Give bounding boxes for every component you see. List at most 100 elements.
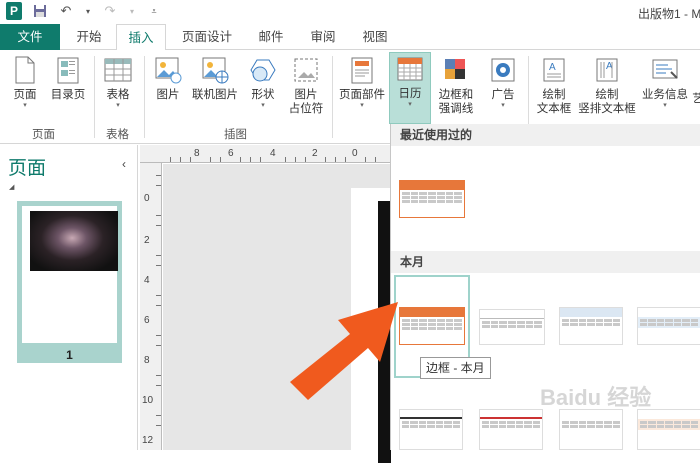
draw-text-box-label-1: 绘制 bbox=[542, 89, 566, 101]
customize-qat-icon[interactable]: ⩡ bbox=[146, 3, 162, 19]
calendar-template-plain[interactable] bbox=[479, 309, 545, 345]
calendar-template-grid bbox=[400, 190, 464, 205]
tab-review[interactable]: 审阅 bbox=[300, 24, 346, 50]
calendar-label: 日历 bbox=[398, 88, 422, 100]
draw-text-box-label-2: 文本框 bbox=[536, 103, 572, 115]
group-label-tables: 表格 bbox=[106, 129, 129, 141]
calendar-template-gray[interactable] bbox=[559, 409, 623, 450]
save-icon[interactable] bbox=[32, 3, 48, 19]
annotation-arrow-icon bbox=[290, 302, 398, 400]
calendar-template-grid bbox=[638, 419, 700, 430]
page-parts-icon bbox=[347, 54, 377, 86]
picture-placeholder-button[interactable]: 图片 占位符 bbox=[286, 54, 326, 116]
collapse-pane-icon[interactable]: ‹ bbox=[122, 157, 126, 171]
draw-text-box-button[interactable]: A 绘制 文本框 bbox=[532, 54, 576, 116]
calendar-template-grid bbox=[480, 419, 542, 430]
document-title: 出版物1 - M bbox=[638, 7, 700, 21]
tab-mailings[interactable]: 邮件 bbox=[248, 24, 294, 50]
borders-accents-button[interactable]: 边框和 强调线 bbox=[434, 54, 478, 116]
picture-button[interactable]: 图片 bbox=[152, 54, 184, 102]
ruler-tick bbox=[156, 225, 161, 226]
ruler-tick bbox=[345, 157, 346, 162]
calendar-template-grid bbox=[400, 419, 462, 430]
ruler-tick bbox=[156, 295, 161, 296]
calendar-icon bbox=[395, 53, 425, 85]
page-icon bbox=[10, 54, 40, 86]
shapes-label: 形状 bbox=[251, 89, 275, 101]
group-label-illustrations: 插图 bbox=[224, 129, 247, 141]
ruler-label: 6 bbox=[144, 315, 150, 326]
calendar-template-header bbox=[560, 308, 622, 317]
ruler-tick bbox=[156, 425, 161, 426]
ruler-tick bbox=[156, 345, 161, 346]
ruler-label: 6 bbox=[228, 148, 234, 159]
picture-placeholder-label-2: 占位符 bbox=[288, 103, 324, 115]
calendar-template-grid bbox=[480, 319, 544, 330]
tab-view[interactable]: 视图 bbox=[352, 24, 398, 50]
table-icon bbox=[103, 54, 133, 86]
page-thumbnail[interactable]: 1 bbox=[17, 201, 122, 363]
publisher-app-icon: P bbox=[6, 2, 22, 20]
page-button-label: 页面 bbox=[13, 89, 37, 101]
ruler-tick bbox=[295, 157, 296, 162]
portrait-image bbox=[30, 211, 118, 271]
tab-insert[interactable]: 插入 bbox=[116, 24, 166, 51]
vertical-text-box-icon: A bbox=[592, 54, 622, 86]
calendar-template-grid bbox=[560, 419, 622, 430]
shapes-icon bbox=[248, 54, 278, 86]
redo-dropdown-icon[interactable]: ▾ bbox=[128, 3, 136, 19]
ruler-label: 12 bbox=[142, 435, 154, 446]
online-picture-button[interactable]: 联机图片 bbox=[188, 54, 242, 102]
calendar-template-grid bbox=[638, 317, 700, 328]
ruler-tick bbox=[375, 157, 376, 162]
advertisements-icon bbox=[488, 54, 518, 86]
business-info-button[interactable]: 业务信息 ▾ bbox=[640, 54, 690, 110]
ribbon-tabs: 文件 开始 插入 页面设计 邮件 审阅 视图 bbox=[0, 24, 700, 51]
calendar-template-light-blue[interactable] bbox=[637, 307, 700, 345]
advertisements-button[interactable]: 广告 ▾ bbox=[484, 54, 522, 110]
ruler-tick bbox=[156, 215, 161, 216]
ruler-tick bbox=[285, 157, 286, 162]
picture-placeholder-icon bbox=[291, 54, 321, 86]
tab-page-design[interactable]: 页面设计 bbox=[172, 24, 242, 50]
horizontal-ruler[interactable]: 8 6 4 2 0 bbox=[140, 145, 390, 163]
ruler-tick bbox=[190, 157, 191, 162]
tab-home[interactable]: 开始 bbox=[62, 24, 116, 50]
ruler-tick bbox=[180, 157, 181, 162]
ruler-tick bbox=[305, 157, 306, 162]
shapes-button[interactable]: 形状 ▾ bbox=[246, 54, 280, 110]
calendar-template-recent[interactable] bbox=[399, 180, 465, 218]
ruler-tick bbox=[156, 385, 161, 386]
overflow-ribbon-item[interactable]: 艺 bbox=[692, 92, 700, 106]
borders-accents-label-1: 边框和 bbox=[438, 89, 474, 101]
page-button[interactable]: 页面 ▾ bbox=[8, 54, 42, 110]
table-button[interactable]: 表格 ▾ bbox=[100, 54, 136, 110]
catalog-page-button[interactable]: 目录页 bbox=[48, 54, 88, 102]
ruler-label: 10 bbox=[142, 395, 154, 406]
gallery-section-recent: 最近使用过的 bbox=[391, 124, 700, 146]
calendar-template-header bbox=[480, 410, 542, 419]
undo-icon[interactable]: ↶ bbox=[58, 3, 74, 19]
pages-pane: 页面 ‹ ◢ 1 bbox=[0, 145, 138, 450]
overflow-ribbon-label: 艺 bbox=[692, 93, 700, 105]
svg-text:A: A bbox=[549, 62, 556, 73]
undo-dropdown-icon[interactable]: ▾ bbox=[84, 3, 92, 19]
page-parts-button[interactable]: 页面部件 ▾ bbox=[336, 54, 388, 110]
online-picture-icon bbox=[200, 54, 230, 86]
calendar-template-red[interactable] bbox=[479, 409, 543, 450]
tab-file[interactable]: 文件 bbox=[0, 24, 60, 50]
ruler-tick bbox=[335, 157, 336, 162]
calendar-template-bold[interactable] bbox=[399, 409, 463, 450]
calendar-button[interactable]: 日历 ▾ bbox=[389, 52, 431, 124]
draw-vertical-text-box-button[interactable]: A 绘制 竖排文本框 bbox=[576, 54, 638, 116]
dropdown-arrow-icon: ▾ bbox=[116, 102, 120, 109]
expand-triangle-icon[interactable]: ◢ bbox=[9, 183, 14, 191]
calendar-template-header bbox=[638, 308, 700, 317]
redo-icon[interactable]: ↷ bbox=[102, 3, 118, 19]
ruler-tick bbox=[240, 157, 241, 162]
calendar-template-blue[interactable] bbox=[559, 307, 623, 345]
vertical-ruler[interactable]: 0 2 4 6 8 10 12 bbox=[140, 163, 162, 450]
page-number: 1 bbox=[66, 348, 73, 362]
calendar-template-orange-dots[interactable] bbox=[637, 409, 700, 450]
ruler-tick bbox=[156, 255, 161, 256]
